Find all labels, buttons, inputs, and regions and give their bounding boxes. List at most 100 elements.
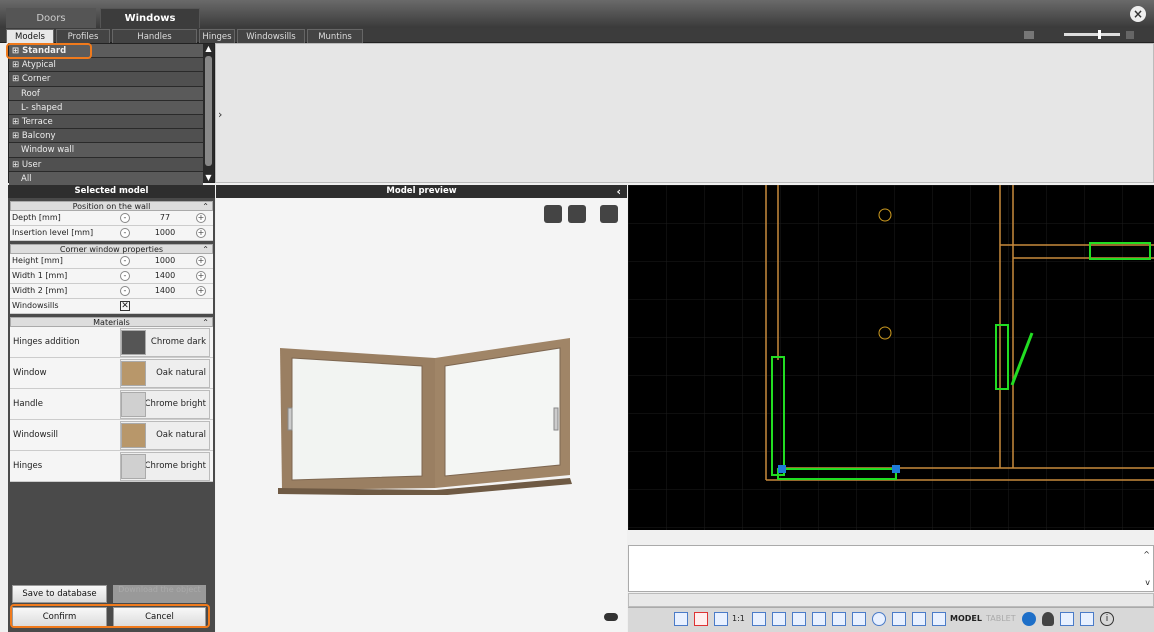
- increment-button[interactable]: +: [196, 213, 206, 223]
- monitor-icon[interactable]: [1060, 612, 1074, 626]
- material-swatch: [121, 423, 146, 448]
- decrement-button[interactable]: -: [120, 271, 130, 281]
- expand-icon[interactable]: ⊞: [12, 131, 22, 141]
- lineweight-icon[interactable]: [932, 612, 946, 626]
- decrement-button[interactable]: -: [120, 228, 130, 238]
- dimension-view-icon[interactable]: [568, 205, 586, 223]
- tree-item[interactable]: All: [9, 171, 203, 186]
- layer-icon[interactable]: [832, 612, 846, 626]
- depth-field[interactable]: 77: [135, 211, 195, 225]
- width1-field[interactable]: 1400: [135, 269, 195, 283]
- selected-model-panel: Selected model Position on the wall ⌃ Dep…: [8, 185, 215, 632]
- tree-item[interactable]: ⊞ User: [9, 157, 203, 172]
- ortho-icon[interactable]: [772, 612, 786, 626]
- tab-doors[interactable]: Doors: [6, 8, 96, 28]
- scroll-thumb[interactable]: [205, 56, 212, 166]
- material-swatch: [121, 392, 146, 417]
- tree-item[interactable]: ⊞ Balcony: [9, 129, 203, 144]
- close-icon[interactable]: ×: [1130, 6, 1146, 22]
- tab-windowsills[interactable]: Windowsills: [237, 29, 305, 43]
- tree-item[interactable]: Window wall: [9, 143, 203, 158]
- material-swatch: [121, 361, 146, 386]
- cursor-icon[interactable]: [694, 612, 708, 626]
- windowsills-checkbox[interactable]: ✕: [120, 301, 130, 311]
- material-row: Window Oak natural: [10, 358, 213, 389]
- tablet-label[interactable]: TABLET: [986, 614, 1016, 623]
- scroll-up-icon[interactable]: ^: [1143, 550, 1150, 559]
- expand-icon[interactable]: ⊞: [12, 160, 22, 170]
- tab-handles[interactable]: Handles: [112, 29, 197, 43]
- insertion-row: Insertion level [mm] - 1000 +: [10, 226, 213, 241]
- expand-icon[interactable]: ⊞: [12, 117, 22, 127]
- height-field[interactable]: 1000: [135, 254, 195, 268]
- windows-icon[interactable]: [1080, 612, 1094, 626]
- side-view-icon[interactable]: [600, 205, 618, 223]
- scroll-down-icon[interactable]: ▼: [203, 173, 214, 182]
- tab-hinges[interactable]: Hinges: [199, 29, 235, 43]
- axis-icon[interactable]: [714, 612, 728, 626]
- toggle-switch[interactable]: [604, 613, 618, 621]
- width2-row: Width 2 [mm] - 1400 +: [10, 284, 213, 299]
- increment-button[interactable]: +: [196, 228, 206, 238]
- settings-gear-icon[interactable]: [1022, 612, 1036, 626]
- height-row: Height [mm] - 1000 +: [10, 254, 213, 269]
- download-object-button[interactable]: Download the object: [113, 585, 206, 603]
- 3d-view-icon[interactable]: [544, 205, 562, 223]
- tree-item[interactable]: ⊞ Terrace: [9, 114, 203, 130]
- window-3d-model: [278, 338, 572, 495]
- zoom-slider[interactable]: [1064, 30, 1120, 39]
- tab-models[interactable]: Models: [6, 29, 54, 43]
- grid-icon[interactable]: [812, 612, 826, 626]
- tree-item[interactable]: ⊞ Atypical: [9, 58, 203, 73]
- scroll-down-icon[interactable]: v: [1145, 578, 1150, 587]
- frame-icon[interactable]: [892, 612, 906, 626]
- save-to-database-button[interactable]: Save to database: [12, 585, 107, 603]
- zoom-slider-thumb[interactable]: [1098, 30, 1101, 39]
- scroll-up-icon[interactable]: ▲: [203, 44, 214, 53]
- expand-arrow-icon[interactable]: ›: [218, 108, 222, 121]
- tab-windows[interactable]: Windows: [100, 8, 200, 28]
- dimension-icon[interactable]: [912, 612, 926, 626]
- material-row: Handle Chrome bright: [10, 389, 213, 420]
- list-view-icon[interactable]: [1126, 31, 1134, 39]
- snap-icon[interactable]: [674, 612, 688, 626]
- command-console[interactable]: ^ v: [628, 545, 1154, 592]
- status-bar: 1:1 MODEL TABLET i: [628, 607, 1154, 632]
- tab-muntins[interactable]: Muntins: [307, 29, 363, 43]
- decrement-button[interactable]: -: [120, 256, 130, 266]
- model-label[interactable]: MODEL: [950, 614, 982, 623]
- command-input[interactable]: [628, 593, 1154, 607]
- increment-button[interactable]: +: [196, 286, 206, 296]
- material-swatch: [121, 454, 146, 479]
- depth-row: Depth [mm] - 77 +: [10, 211, 213, 226]
- increment-button[interactable]: +: [196, 256, 206, 266]
- material-swatch: [121, 330, 146, 355]
- tree-item[interactable]: ⊞ Corner: [9, 72, 203, 87]
- tree-item[interactable]: Roof: [9, 86, 203, 101]
- tree-item[interactable]: L- shaped: [9, 100, 203, 115]
- expand-icon[interactable]: ⊞: [12, 74, 22, 84]
- tree-scrollbar[interactable]: ▲ ▼: [203, 44, 214, 182]
- scale-label[interactable]: 1:1: [732, 614, 745, 623]
- user-icon[interactable]: [1042, 612, 1054, 626]
- section-position: Position on the wall ⌃: [10, 201, 213, 211]
- angle-icon[interactable]: [752, 612, 766, 626]
- dots-icon[interactable]: [792, 612, 806, 626]
- highlight-buttons: [10, 604, 210, 628]
- preview-header: Model preview ‹: [216, 185, 627, 198]
- decrement-button[interactable]: -: [120, 213, 130, 223]
- info-icon[interactable]: i: [1100, 612, 1114, 626]
- tab-profiles[interactable]: Profiles: [56, 29, 110, 43]
- material-row: Hinges Chrome bright: [10, 451, 213, 482]
- insertion-field[interactable]: 1000: [135, 226, 195, 240]
- expand-icon[interactable]: ⊞: [12, 60, 22, 70]
- object-snap-icon[interactable]: [872, 612, 886, 626]
- section-corner: Corner window properties ⌃: [10, 244, 213, 254]
- polar-icon[interactable]: [852, 612, 866, 626]
- collapse-left-icon[interactable]: ‹: [616, 185, 621, 198]
- decrement-button[interactable]: -: [120, 286, 130, 296]
- width2-field[interactable]: 1400: [135, 284, 195, 298]
- grid-view-icon[interactable]: [1024, 31, 1034, 39]
- cad-viewport[interactable]: [628, 185, 1154, 530]
- increment-button[interactable]: +: [196, 271, 206, 281]
